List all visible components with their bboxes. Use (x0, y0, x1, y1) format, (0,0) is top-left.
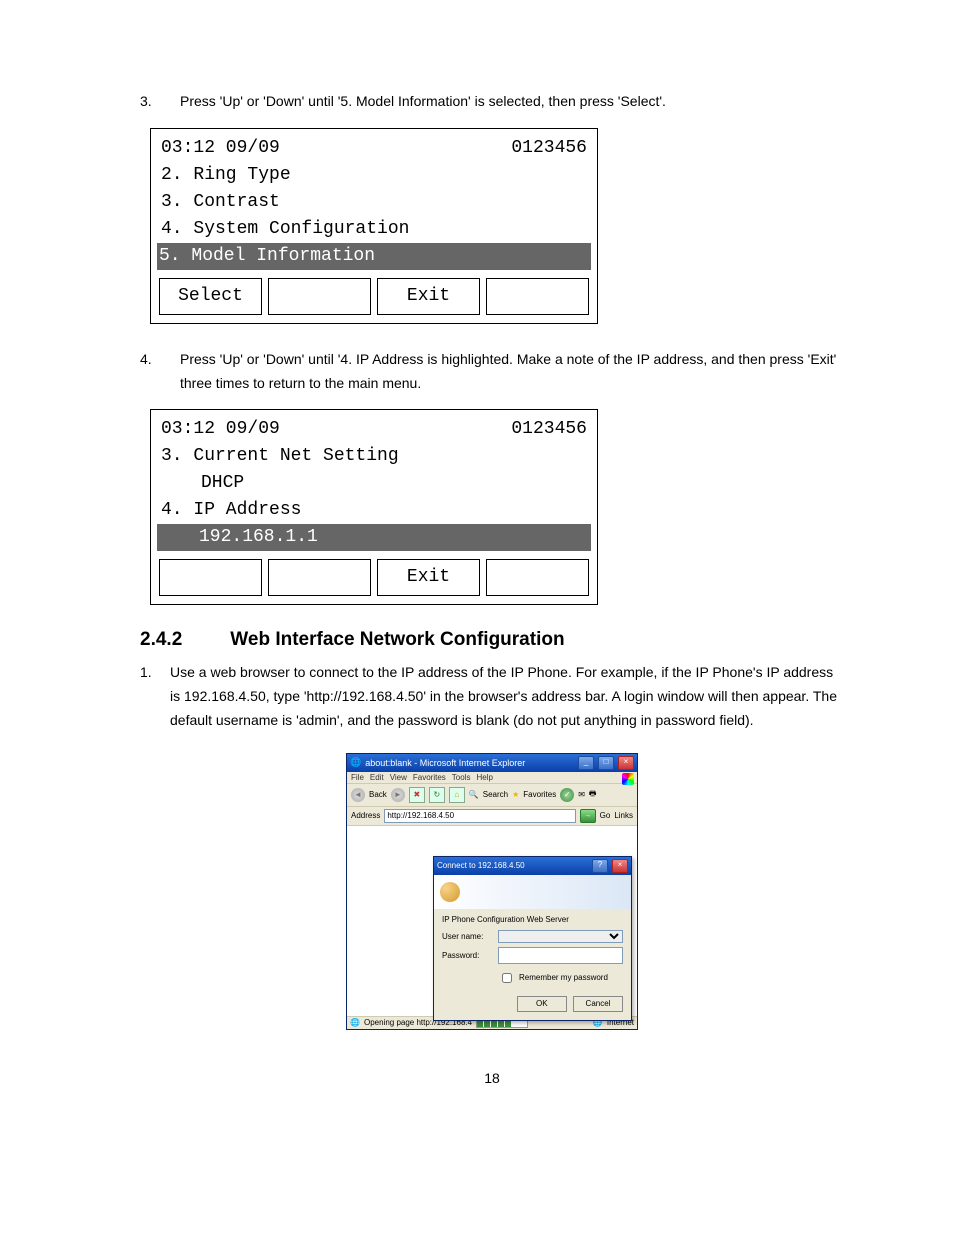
ie-titlebar: 🌐 about:blank - Microsoft Internet Explo… (347, 754, 637, 772)
lcd1-line-4: 4. System Configuration (159, 216, 589, 243)
lcd2-dhcp: DHCP (159, 470, 589, 497)
search-label: Search (483, 790, 508, 799)
ie-menubar: File Edit View Favorites Tools Help (347, 772, 637, 784)
auth-realm: IP Phone Configuration Web Server (442, 915, 623, 924)
remember-checkbox[interactable] (502, 973, 512, 983)
step-4-num: 4. (140, 348, 180, 396)
menu-tools[interactable]: Tools (452, 773, 471, 782)
ie-toolbar: ◄ Back ► ✖ ↻ ⌂ 🔍 Search ★ Favorites ✓ ✉ … (347, 784, 637, 807)
ie-addressbar: Address → Go Links (347, 807, 637, 826)
step-1b: 1. Use a web browser to connect to the I… (140, 661, 844, 732)
auth-dialog: Connect to 192.168.4.50 ? × IP Phone Con… (433, 856, 632, 1021)
lcd1-softkeys: Select Exit (159, 278, 589, 315)
lcd1-selected: 5. Model Information (157, 243, 591, 270)
lcd2-softkeys: Exit (159, 559, 589, 596)
ie-icon: 🌐 (350, 757, 361, 768)
maximize-button[interactable]: □ (598, 756, 614, 770)
keys-icon (440, 882, 460, 902)
step-1b-num: 1. (140, 661, 170, 732)
lcd2-soft-exit: Exit (377, 559, 480, 596)
section-title: Web Interface Network Configuration (230, 629, 564, 650)
step-4-text: Press 'Up' or 'Down' until '4. IP Addres… (180, 348, 844, 396)
lcd2-selected: 192.168.1.1 (157, 524, 591, 551)
lcd1-soft-blank2 (486, 278, 589, 315)
lcd1-time: 03:12 09/09 (161, 135, 280, 162)
ie-content: Connect to 192.168.4.50 ? × IP Phone Con… (347, 826, 637, 1016)
step-4: 4. Press 'Up' or 'Down' until '4. IP Add… (140, 348, 844, 396)
auth-titlebar: Connect to 192.168.4.50 ? × (434, 857, 631, 875)
print-icon[interactable]: 🖶 (589, 788, 597, 802)
ie-window: 🌐 about:blank - Microsoft Internet Explo… (346, 753, 638, 1030)
address-label: Address (351, 811, 380, 820)
step-3: 3. Press 'Up' or 'Down' until '5. Model … (140, 90, 844, 114)
go-button[interactable]: → (580, 809, 596, 823)
lcd2-soft-blank1 (159, 559, 262, 596)
step-3-num: 3. (140, 90, 180, 114)
history-button[interactable]: ✓ (560, 788, 574, 802)
back-label: Back (369, 790, 387, 799)
lcd1-soft-select: Select (159, 278, 262, 315)
close-button[interactable]: × (618, 756, 634, 770)
refresh-button[interactable]: ↻ (429, 787, 445, 803)
remember-label: Remember my password (519, 973, 608, 982)
home-button[interactable]: ⌂ (449, 787, 465, 803)
lcd1-line-3: 3. Contrast (159, 189, 589, 216)
username-input[interactable] (498, 930, 623, 943)
auth-close-button[interactable]: × (612, 859, 628, 873)
menu-favorites[interactable]: Favorites (413, 773, 446, 782)
ie-status-icon: 🌐 (350, 1018, 360, 1027)
search-icon[interactable]: 🔍 (469, 790, 479, 799)
page-number: 18 (140, 1070, 844, 1086)
favorites-label: Favorites (523, 790, 556, 799)
cancel-button[interactable]: Cancel (573, 996, 623, 1012)
address-input[interactable] (384, 809, 575, 823)
menu-edit[interactable]: Edit (370, 773, 384, 782)
section-heading: 2.4.2 Web Interface Network Configuratio… (140, 629, 844, 651)
ie-throbber-icon (622, 773, 634, 785)
step-3-text: Press 'Up' or 'Down' until '5. Model Inf… (180, 90, 844, 114)
back-button[interactable]: ◄ (351, 788, 365, 802)
username-label: User name: (442, 932, 492, 941)
auth-help-button[interactable]: ? (592, 859, 608, 873)
ok-button[interactable]: OK (517, 996, 567, 1012)
ie-title-text: about:blank - Microsoft Internet Explore… (365, 758, 574, 768)
lcd1-soft-exit: Exit (377, 278, 480, 315)
step-1b-text: Use a web browser to connect to the IP a… (170, 661, 844, 732)
menu-help[interactable]: Help (476, 773, 492, 782)
lcd-screen-1: 03:12 09/09 0123456 2. Ring Type 3. Cont… (150, 128, 598, 324)
lcd-screen-2: 03:12 09/09 0123456 3. Current Net Setti… (150, 409, 598, 605)
mail-icon[interactable]: ✉ (578, 790, 585, 799)
section-num: 2.4.2 (140, 629, 225, 651)
menu-file[interactable]: File (351, 773, 364, 782)
go-label: Go (600, 811, 611, 820)
lcd1-line-2: 2. Ring Type (159, 162, 589, 189)
menu-view[interactable]: View (390, 773, 407, 782)
auth-banner (434, 875, 631, 909)
lcd2-soft-blank2 (268, 559, 371, 596)
lcd2-line-4: 4. IP Address (159, 497, 589, 524)
stop-button[interactable]: ✖ (409, 787, 425, 803)
forward-button[interactable]: ► (391, 788, 405, 802)
lcd2-id: 0123456 (511, 416, 587, 443)
password-label: Password: (442, 951, 492, 960)
password-input[interactable] (498, 947, 623, 964)
favorites-icon[interactable]: ★ (512, 790, 519, 799)
auth-title: Connect to 192.168.4.50 (437, 861, 588, 870)
links-label[interactable]: Links (614, 811, 633, 820)
lcd2-soft-blank3 (486, 559, 589, 596)
lcd2-line-3: 3. Current Net Setting (159, 443, 589, 470)
lcd1-soft-blank1 (268, 278, 371, 315)
minimize-button[interactable]: _ (578, 756, 594, 770)
lcd2-time: 03:12 09/09 (161, 416, 280, 443)
lcd1-id: 0123456 (511, 135, 587, 162)
